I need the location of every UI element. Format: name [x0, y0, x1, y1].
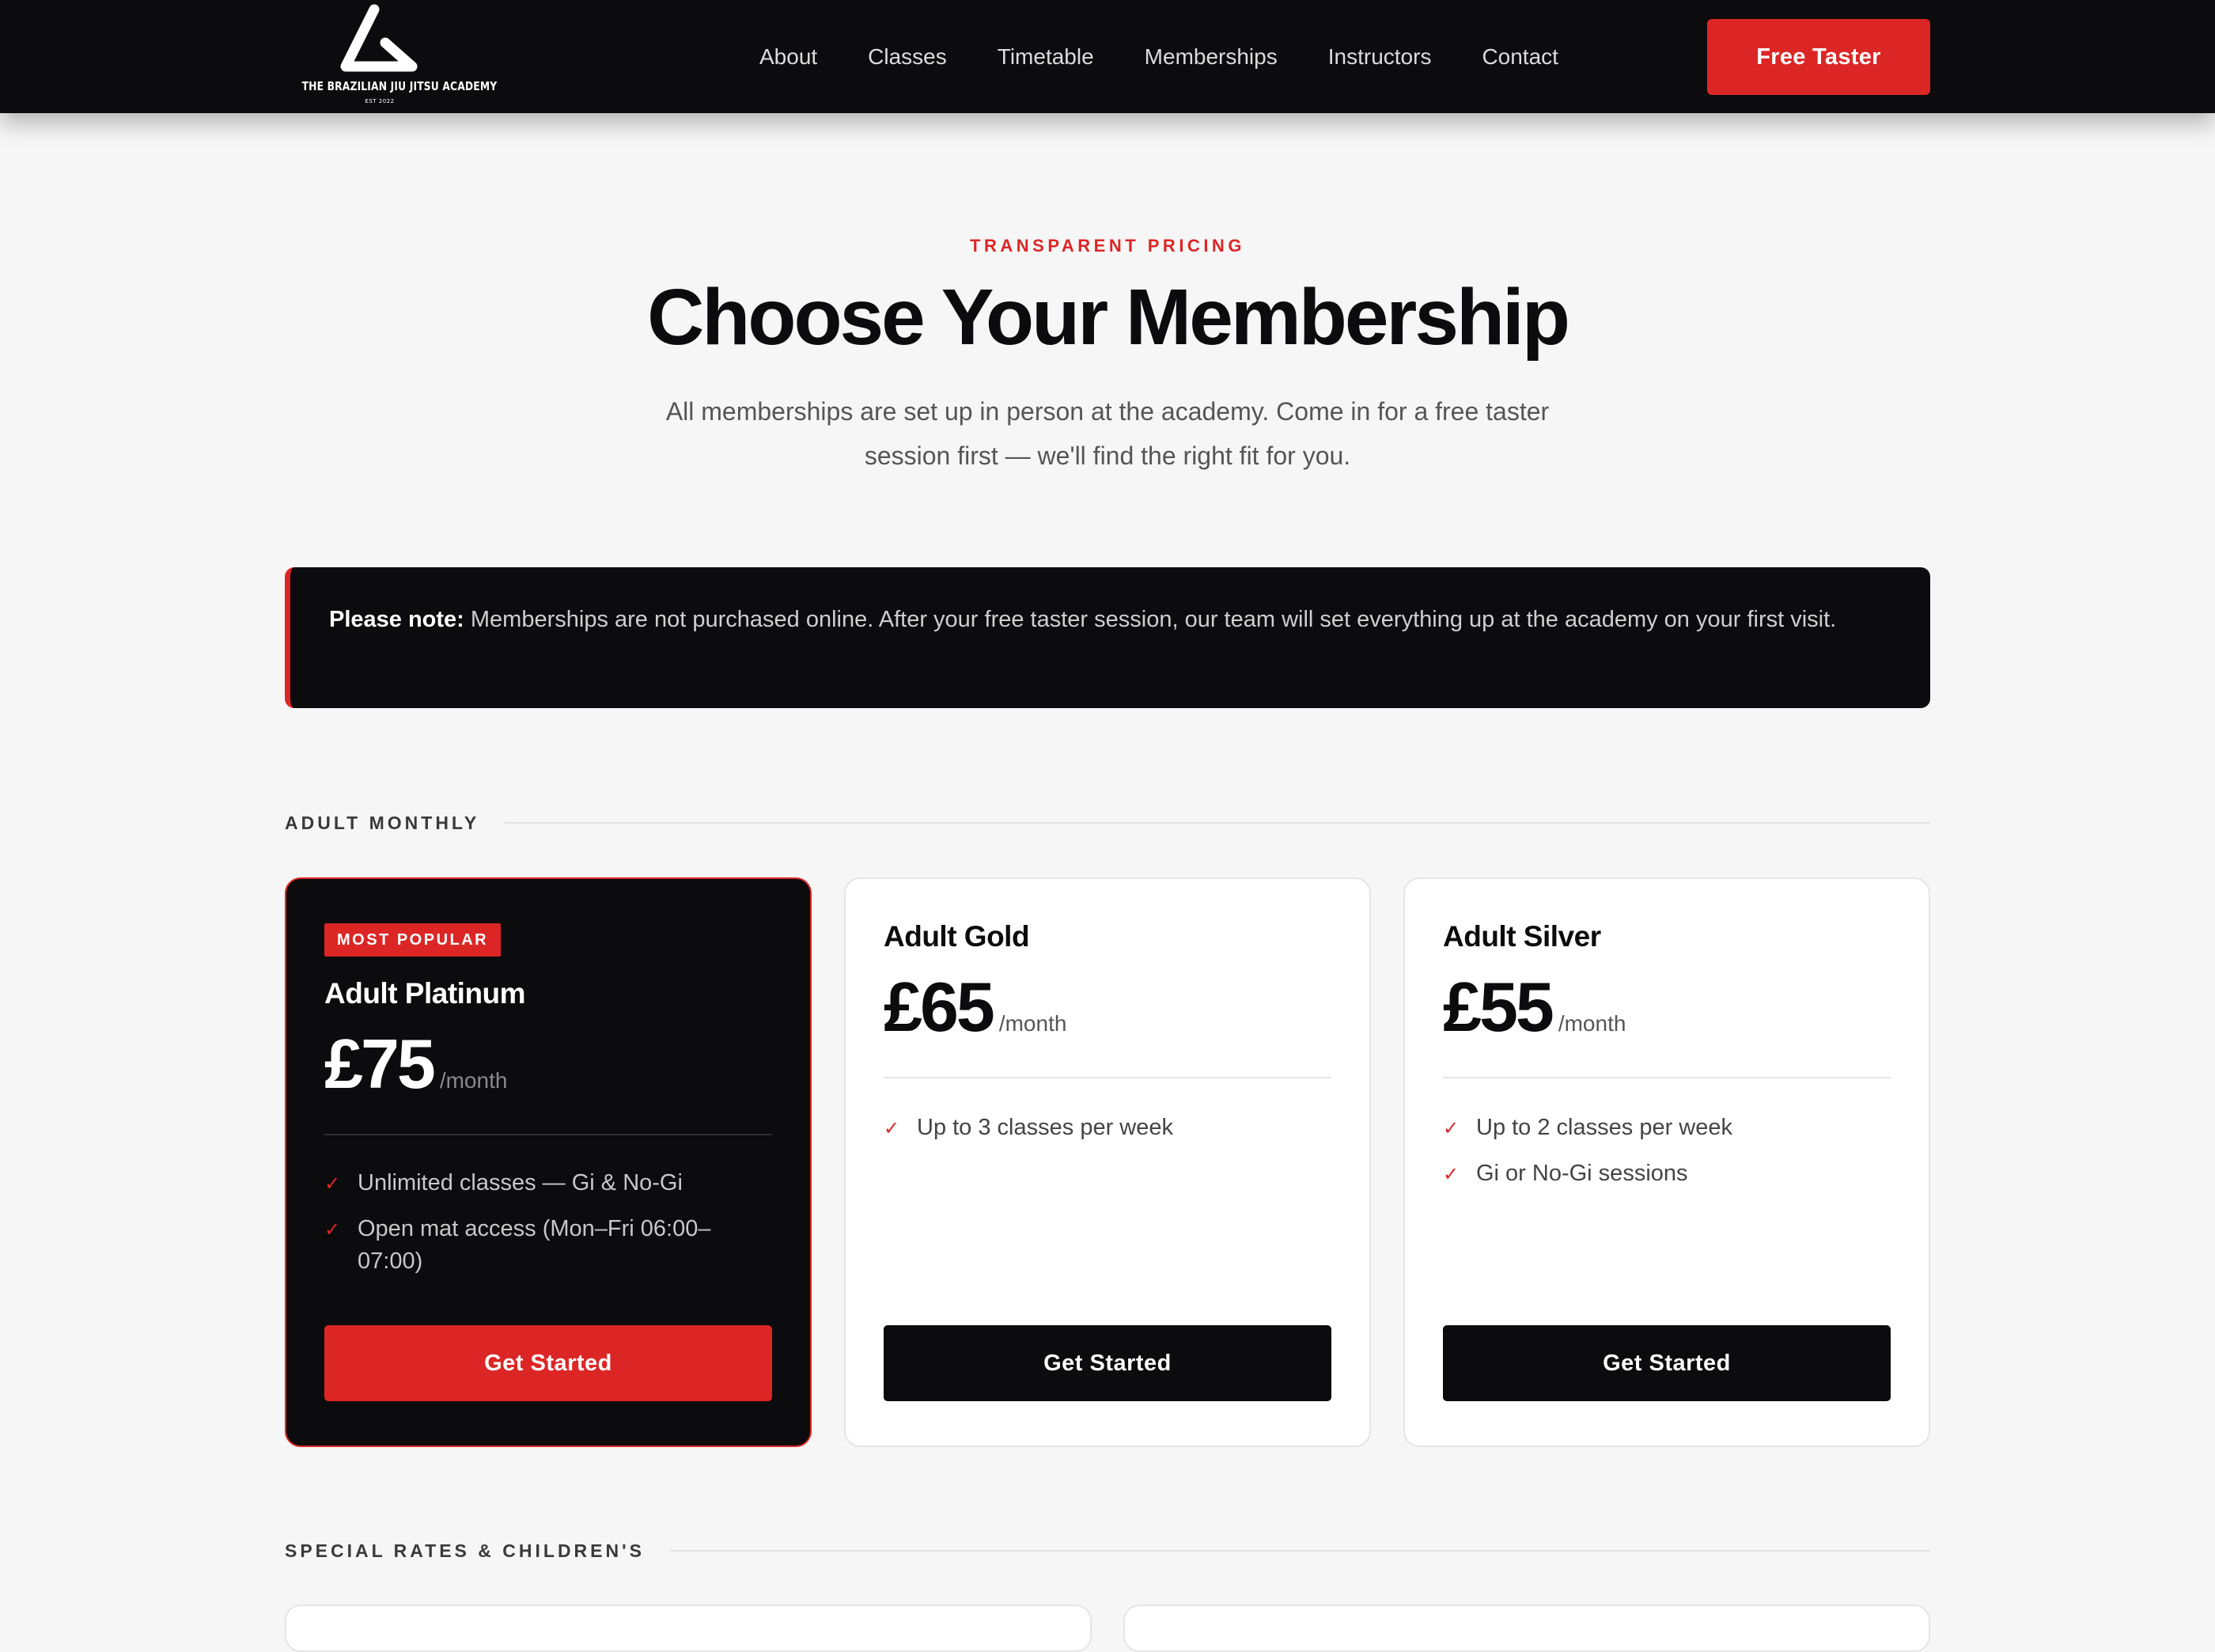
section-divider	[669, 1550, 1930, 1552]
plan-period: /month	[998, 1011, 1067, 1036]
page-title: Choose Your Membership	[647, 273, 1570, 362]
triangle-logo-icon	[340, 4, 418, 72]
plan-card-adult-platinum: MOST POPULAR Adult Platinum £75 /month ✓…	[285, 877, 812, 1447]
site-header: THE BRAZILIAN JIU JITSU ACADEMY EST 2022…	[0, 0, 2215, 113]
plan-features: ✓ Up to 2 classes per week ✓ Gi or No-Gi…	[1443, 1112, 1891, 1203]
plan-features: ✓ Up to 3 classes per week	[884, 1112, 1331, 1158]
check-icon: ✓	[324, 1218, 341, 1241]
nav-timetable[interactable]: Timetable	[998, 44, 1094, 70]
special-rate-card	[1123, 1605, 1930, 1652]
nav-contact[interactable]: Contact	[1482, 44, 1558, 70]
section-special-rates-label: SPECIAL RATES & CHILDREN'S	[285, 1540, 645, 1561]
free-taster-button[interactable]: Free Taster	[1707, 19, 1930, 95]
section-adult-monthly: ADULT MONTHLY	[285, 807, 1930, 839]
plan-period: /month	[439, 1068, 508, 1093]
plan-price: £55	[1443, 968, 1554, 1046]
note-text: Memberships are not purchased online. Af…	[464, 607, 1837, 632]
plan-divider	[884, 1077, 1331, 1078]
plan-features: ✓ Unlimited classes — Gi & No-Gi ✓ Open …	[324, 1167, 772, 1291]
plan-feature-text: Unlimited classes — Gi & No-Gi	[358, 1170, 683, 1195]
pricing-eyebrow: TRANSPARENT PRICING	[970, 236, 1245, 256]
nav-classes[interactable]: Classes	[868, 44, 947, 70]
get-started-button-gold[interactable]: Get Started	[884, 1325, 1331, 1401]
plan-feature: ✓ Up to 2 classes per week	[1443, 1112, 1891, 1144]
check-icon: ✓	[884, 1117, 900, 1139]
page-subtitle: All memberships are set up in person at …	[665, 397, 1550, 470]
logo-wordmark: THE BRAZILIAN JIU JITSU ACADEMY	[301, 79, 498, 93]
plan-feature: ✓ Open mat access (Mon–Fri 06:00–07:00)	[324, 1213, 772, 1278]
plan-feature: ✓ Unlimited classes — Gi & No-Gi	[324, 1167, 772, 1199]
main-nav: About Classes Timetable Memberships Inst…	[759, 0, 1558, 113]
plan-price: £65	[884, 968, 995, 1046]
plan-name: Adult Gold	[884, 920, 1030, 953]
plan-feature-text: Gi or No-Gi sessions	[1476, 1161, 1688, 1186]
plan-divider	[324, 1134, 772, 1135]
nav-memberships[interactable]: Memberships	[1145, 44, 1278, 70]
plan-divider	[1443, 1077, 1891, 1078]
plan-name: Adult Platinum	[324, 977, 526, 1010]
plan-price: £75	[324, 1025, 436, 1103]
nav-about[interactable]: About	[759, 44, 817, 70]
plan-card-adult-silver: Adult Silver £55 /month ✓ Up to 2 classe…	[1403, 877, 1930, 1447]
plan-feature: ✓ Up to 3 classes per week	[884, 1112, 1331, 1144]
plan-price-row: £75 /month	[324, 1029, 507, 1099]
check-icon: ✓	[1443, 1117, 1460, 1139]
section-adult-monthly-label: ADULT MONTHLY	[285, 812, 480, 833]
check-icon: ✓	[324, 1173, 341, 1195]
get-started-button-silver[interactable]: Get Started	[1443, 1325, 1891, 1401]
logo-established: EST 2022	[365, 98, 395, 104]
most-popular-badge: MOST POPULAR	[324, 923, 502, 957]
plan-price-row: £65 /month	[884, 972, 1066, 1042]
plan-card-adult-gold: Adult Gold £65 /month ✓ Up to 3 classes …	[844, 877, 1371, 1447]
plan-name: Adult Silver	[1443, 920, 1601, 953]
nav-instructors[interactable]: Instructors	[1328, 44, 1432, 70]
special-rate-card	[285, 1605, 1092, 1652]
plan-feature-text: Up to 3 classes per week	[917, 1115, 1173, 1140]
plan-period: /month	[1558, 1011, 1626, 1036]
site-logo[interactable]: THE BRAZILIAN JIU JITSU ACADEMY EST 2022	[285, 0, 498, 113]
plan-feature-text: Up to 2 classes per week	[1476, 1115, 1732, 1140]
note-label: Please note:	[329, 607, 464, 632]
plan-feature: ✓ Gi or No-Gi sessions	[1443, 1158, 1891, 1190]
membership-note: Please note: Memberships are not purchas…	[285, 567, 1930, 708]
section-special-rates: SPECIAL RATES & CHILDREN'S	[285, 1535, 1930, 1567]
get-started-button-platinum[interactable]: Get Started	[324, 1325, 772, 1401]
plan-feature-text: Open mat access (Mon–Fri 06:00–07:00)	[358, 1216, 711, 1274]
check-icon: ✓	[1443, 1163, 1460, 1185]
section-divider	[505, 822, 1930, 824]
plan-price-row: £55 /month	[1443, 972, 1626, 1042]
